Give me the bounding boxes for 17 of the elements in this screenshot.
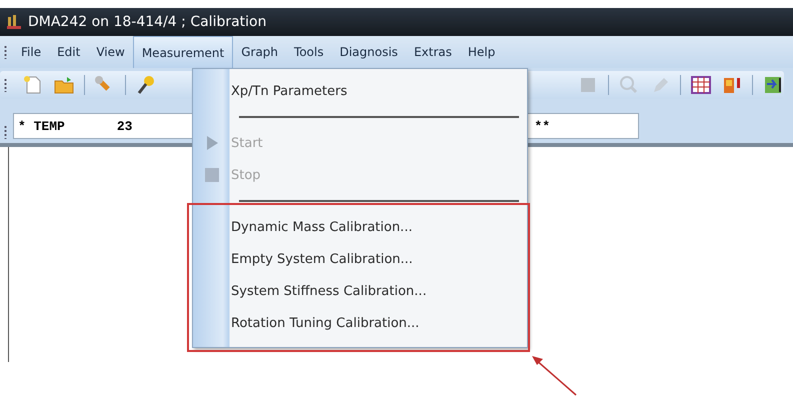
menu-item[interactable]: Measurement xyxy=(132,36,234,68)
menu-entry[interactable]: Empty System Calibration... xyxy=(193,243,527,275)
menu-item[interactable]: View xyxy=(88,36,133,68)
status-text: ** xyxy=(534,118,550,134)
menu-item[interactable]: Extras xyxy=(406,36,460,68)
menu-item[interactable]: Edit xyxy=(49,36,88,68)
window-title: DMA242 on 18-414/4 ; Calibration xyxy=(28,14,266,30)
menu-entry[interactable]: System Stiffness Calibration... xyxy=(193,275,527,307)
menu-item[interactable]: File xyxy=(13,36,50,68)
menu-entry[interactable]: Dynamic Mass Calibration... xyxy=(193,211,527,243)
menu-item[interactable]: Tools xyxy=(286,36,332,68)
channel-value: 23 xyxy=(116,118,132,134)
menu-item[interactable]: Help xyxy=(460,36,504,68)
menu-entry[interactable]: Rotation Tuning Calibration... xyxy=(193,307,527,339)
menu-item[interactable]: Diagnosis xyxy=(332,36,406,68)
menu-item[interactable]: Graph xyxy=(233,36,286,68)
channel-label: * TEMP xyxy=(18,118,65,134)
